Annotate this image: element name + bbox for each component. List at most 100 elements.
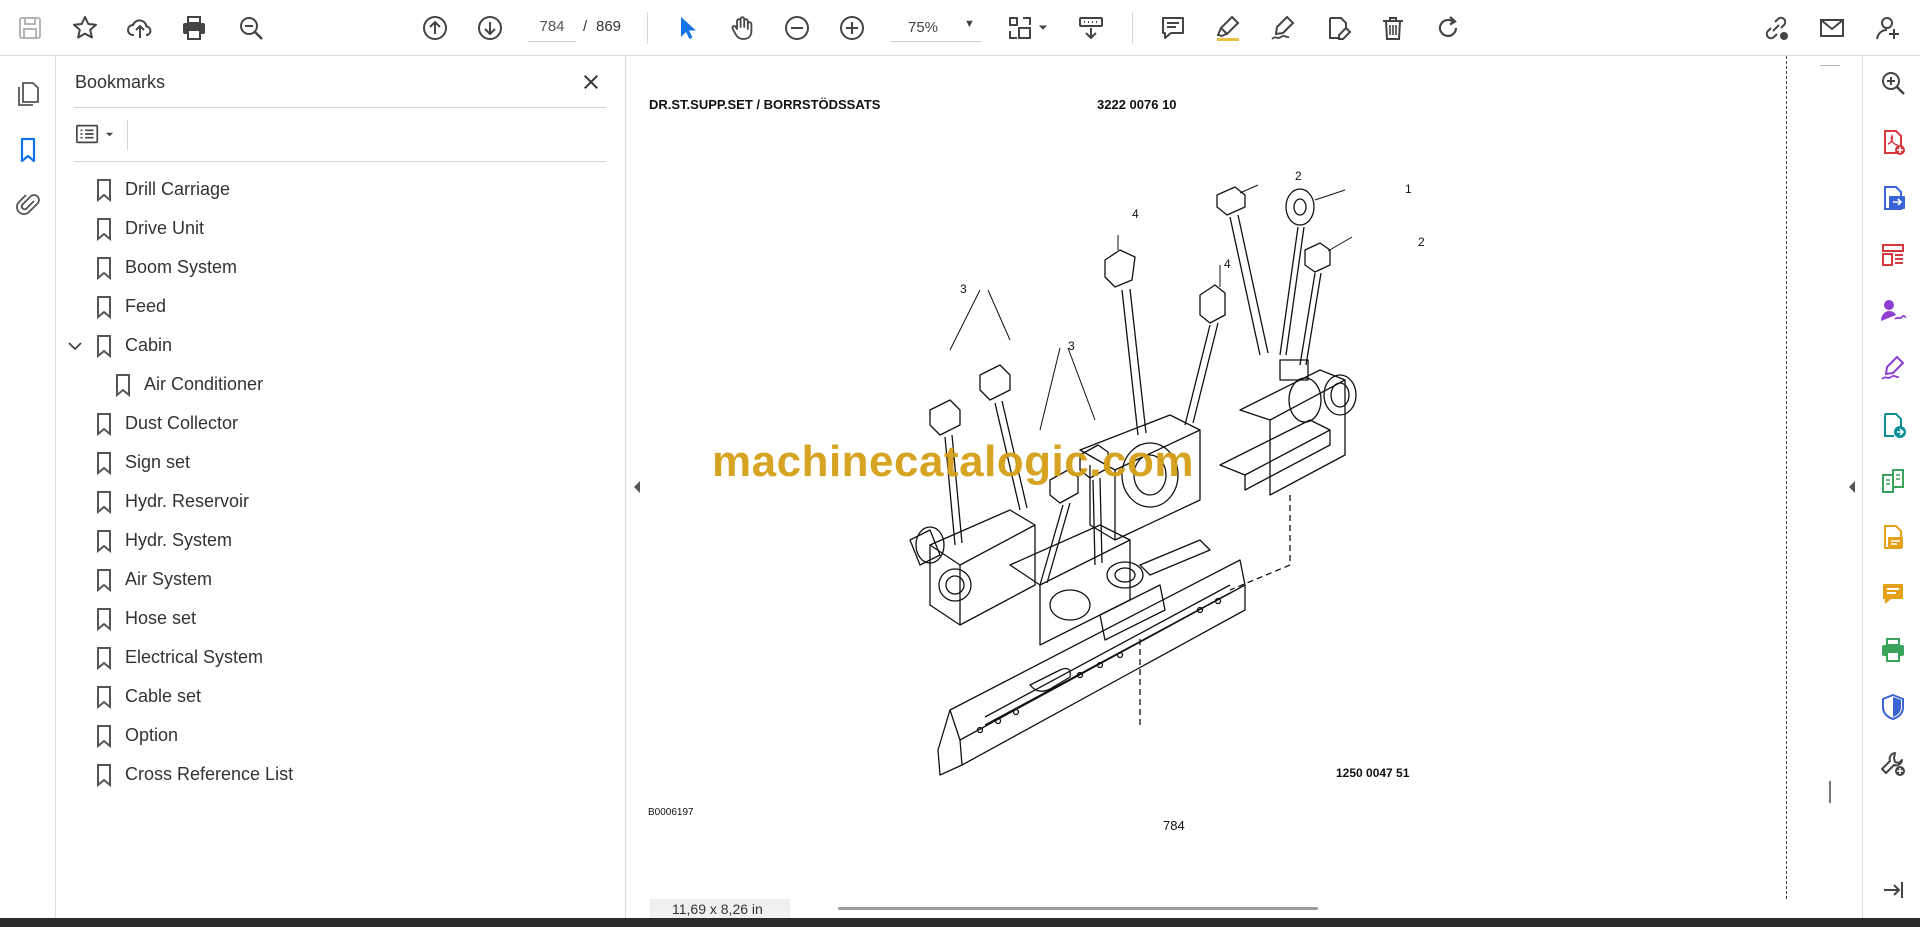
save-icon[interactable] [12, 10, 48, 46]
bookmark-icon [97, 451, 111, 475]
account-icon[interactable] [1870, 10, 1906, 46]
rotate-icon[interactable] [1430, 10, 1466, 46]
bookmark-item-cross-reference-list[interactable]: Cross Reference List [57, 755, 626, 794]
bookmark-label: Dust Collector [125, 413, 239, 433]
sign-icon[interactable] [1265, 10, 1301, 46]
bookmark-label: Hydr. System [125, 530, 233, 550]
callout-3-left: 3 [960, 282, 967, 296]
zoom-in-icon[interactable] [834, 10, 870, 46]
chevron-down-icon: ▼ [964, 18, 975, 30]
bookmark-label: Feed [125, 296, 167, 316]
bookmark-list: Drill Carriage Drive Unit Boom System Fe… [57, 170, 626, 794]
bookmark-label: Cabin [125, 335, 173, 355]
collapse-left-icon [634, 481, 640, 493]
export-pdf-icon[interactable] [1876, 181, 1910, 215]
request-signatures-icon[interactable] [1876, 294, 1910, 328]
panel-splitter[interactable] [627, 56, 646, 918]
bookmark-item-cable-set[interactable]: Cable set [57, 677, 626, 716]
bookmark-item-hydr-system[interactable]: Hydr. System [57, 521, 626, 560]
find-icon[interactable] [233, 10, 269, 46]
page-header-title: DR.ST.SUPP.SET / BORRSTÖDSSATS [649, 97, 881, 112]
bookmark-label: Sign set [125, 452, 191, 472]
vertical-scrollbar[interactable] [1820, 56, 1862, 918]
bookmark-item-option[interactable]: Option [57, 716, 626, 755]
bookmark-item-hydr-reservoir[interactable]: Hydr. Reservoir [57, 482, 626, 521]
upload-icon[interactable] [122, 10, 158, 46]
bookmark-item-boom-system[interactable]: Boom System [57, 248, 626, 287]
share-link-icon[interactable] [1758, 10, 1794, 46]
bookmark-label: Electrical System [125, 647, 264, 667]
bookmark-label: Boom System [125, 257, 238, 277]
organize-pages-icon[interactable] [1876, 238, 1910, 272]
horizontal-scrollbar[interactable] [838, 907, 1318, 910]
scroll-mode-icon[interactable] [1073, 10, 1109, 46]
list-options-icon [76, 124, 99, 144]
zoom-out-icon[interactable] [779, 10, 815, 46]
select-arrow-icon[interactable] [669, 10, 705, 46]
bookmarks-icon[interactable] [10, 132, 46, 168]
watermark-text: machinecatalogic.com [712, 437, 1194, 486]
part-number: 3222 0076 10 [1097, 97, 1177, 112]
bookmark-item-air-system[interactable]: Air System [57, 560, 626, 599]
callout-4-right: 4 [1224, 257, 1231, 271]
star-icon[interactable] [67, 10, 103, 46]
left-navigation-rail [0, 56, 56, 918]
bookmark-label: Drive Unit [125, 218, 205, 238]
drawing-number: 1250 0047 51 [1336, 766, 1410, 780]
print-icon[interactable] [176, 10, 212, 46]
bookmark-label: Cross Reference List [125, 764, 294, 784]
comment-icon[interactable] [1155, 10, 1191, 46]
bookmark-item-drive-unit[interactable]: Drive Unit [57, 209, 626, 248]
expand-panel-icon[interactable] [1876, 873, 1910, 907]
bookmark-item-hose-set[interactable]: Hose set [57, 599, 626, 638]
page-number-label: 784 [1163, 818, 1185, 833]
hand-icon[interactable] [724, 10, 760, 46]
chevron-down-icon [105, 132, 114, 136]
close-icon[interactable] [577, 68, 605, 96]
compare-files-icon[interactable] [1876, 464, 1910, 498]
bookmark-icon [97, 763, 111, 787]
bookmark-icon [97, 412, 111, 436]
bookmark-item-cabin[interactable]: Cabin [57, 326, 626, 365]
bookmark-label: Cable set [125, 686, 202, 706]
bookmark-label: Drill Carriage [125, 179, 231, 199]
chevron-down-icon[interactable] [1033, 10, 1053, 46]
send-for-review-icon[interactable] [1876, 408, 1910, 442]
create-pdf-icon[interactable] [1876, 125, 1910, 159]
comment-tool-icon[interactable] [1876, 577, 1910, 611]
bookmark-item-air-conditioner[interactable]: Air Conditioner [57, 365, 626, 404]
bookmark-options-button[interactable] [75, 120, 121, 148]
bookmark-icon [97, 178, 111, 202]
prev-page-icon[interactable] [417, 10, 453, 46]
callout-2-top: 2 [1295, 169, 1302, 183]
bookmark-item-feed[interactable]: Feed [57, 287, 626, 326]
attachments-icon[interactable] [10, 186, 46, 222]
zoom-dropdown[interactable]: 75% ▼ [890, 12, 982, 42]
chevron-down-icon[interactable] [67, 338, 83, 354]
page-number-input[interactable] [528, 12, 576, 42]
highlight-icon[interactable] [1210, 10, 1246, 46]
bookmark-item-electrical-system[interactable]: Electrical System [57, 638, 626, 677]
collapse-right-icon[interactable] [1847, 480, 1857, 494]
page-thumbnails-icon[interactable] [10, 76, 46, 112]
callout-3-middle: 3 [1068, 339, 1075, 353]
bookmark-icon [97, 295, 111, 319]
bookmarks-title: Bookmarks [75, 72, 166, 92]
bookmark-item-drill-carriage[interactable]: Drill Carriage [57, 170, 626, 209]
bookmark-item-dust-collector[interactable]: Dust Collector [57, 404, 626, 443]
print-production-icon[interactable] [1876, 633, 1910, 667]
email-icon[interactable] [1814, 10, 1850, 46]
bookmark-icon [97, 217, 111, 241]
bookmark-item-sign-set[interactable]: Sign set [57, 443, 626, 482]
more-tools-icon[interactable] [1876, 746, 1910, 780]
bookmark-label: Hose set [125, 608, 197, 628]
tools-pane [1862, 56, 1920, 918]
protect-icon[interactable] [1876, 690, 1910, 724]
fill-and-sign-icon[interactable] [1876, 351, 1910, 385]
scroll-thumb[interactable] [1829, 781, 1831, 803]
next-page-icon[interactable] [472, 10, 508, 46]
edit-pdf-icon[interactable] [1876, 520, 1910, 554]
delete-icon[interactable] [1375, 10, 1411, 46]
zoom-search-icon[interactable] [1876, 66, 1910, 100]
fill-sign-icon[interactable] [1320, 10, 1356, 46]
